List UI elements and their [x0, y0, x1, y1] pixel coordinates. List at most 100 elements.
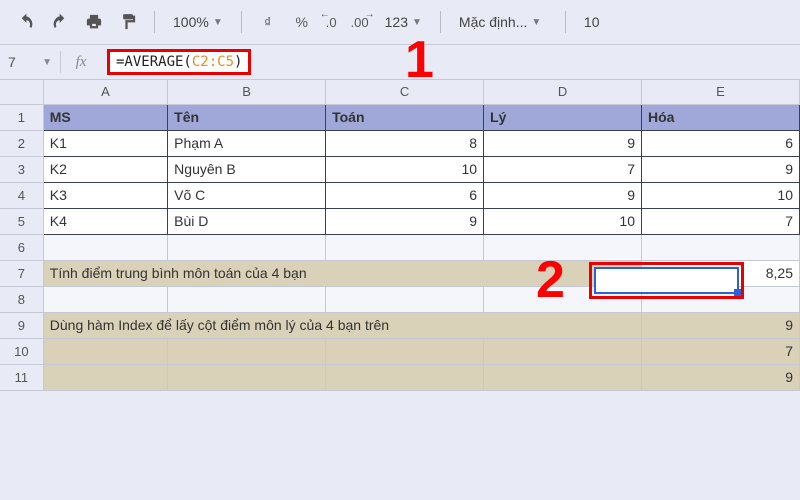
cell[interactable]: 6: [326, 182, 484, 208]
cell[interactable]: 7: [484, 156, 642, 182]
cell[interactable]: [43, 234, 167, 260]
separator: [154, 11, 155, 33]
row-header-3[interactable]: 3: [0, 156, 43, 182]
row-header-11[interactable]: 11: [0, 364, 43, 390]
row-header-1[interactable]: 1: [0, 104, 43, 130]
grid-table: A B C D E 1 MS Tên Toán Lý Hóa 2 K1 Phạm…: [0, 80, 800, 391]
formula-highlight-box: =AVERAGE(C2:C5): [107, 49, 251, 75]
separator: [440, 11, 441, 33]
cell-active[interactable]: 8,25: [641, 260, 799, 286]
cell[interactable]: 9: [641, 364, 799, 390]
formula-prefix: =AVERAGE(: [116, 54, 192, 70]
zoom-dropdown[interactable]: 100% ▼: [167, 8, 229, 36]
cell[interactable]: [43, 338, 167, 364]
col-header-D[interactable]: D: [484, 80, 642, 104]
currency-button[interactable]: ₫: [254, 8, 282, 36]
cell[interactable]: [484, 338, 642, 364]
cell[interactable]: [641, 234, 799, 260]
separator: [241, 11, 242, 33]
cell[interactable]: K3: [43, 182, 167, 208]
cell[interactable]: K1: [43, 130, 167, 156]
row-header-2[interactable]: 2: [0, 130, 43, 156]
cell[interactable]: [484, 234, 642, 260]
row-header-7[interactable]: 7: [0, 260, 43, 286]
select-all-corner[interactable]: [0, 80, 43, 104]
row-header-5[interactable]: 5: [0, 208, 43, 234]
zoom-value: 100%: [173, 14, 209, 30]
cell[interactable]: [326, 286, 484, 312]
formula-input[interactable]: =AVERAGE(C2:C5): [101, 45, 800, 79]
cell[interactable]: Lý: [484, 104, 642, 130]
separator: [565, 11, 566, 33]
cell[interactable]: 7: [641, 208, 799, 234]
formula-bar: 7 ▼ fx =AVERAGE(C2:C5): [0, 44, 800, 80]
row-header-8[interactable]: 8: [0, 286, 43, 312]
cell[interactable]: [641, 286, 799, 312]
cell[interactable]: [326, 338, 484, 364]
cell[interactable]: [43, 286, 167, 312]
cell[interactable]: [168, 364, 326, 390]
row-header-6[interactable]: 6: [0, 234, 43, 260]
number-format-dropdown[interactable]: 123 ▼: [379, 8, 428, 36]
cell[interactable]: 9: [641, 156, 799, 182]
cell[interactable]: 9: [484, 130, 642, 156]
cell[interactable]: 9: [326, 208, 484, 234]
cell[interactable]: 7: [641, 338, 799, 364]
cell[interactable]: [326, 234, 484, 260]
col-header-B[interactable]: B: [168, 80, 326, 104]
cell[interactable]: [168, 338, 326, 364]
number-format-value: 123: [385, 14, 408, 30]
chevron-down-icon: ▼: [42, 57, 52, 68]
cell[interactable]: K2: [43, 156, 167, 182]
cell[interactable]: [168, 286, 326, 312]
chevron-down-icon: ▼: [412, 17, 422, 28]
cell[interactable]: [43, 364, 167, 390]
cell[interactable]: 6: [641, 130, 799, 156]
redo-button[interactable]: [46, 8, 74, 36]
cell[interactable]: [484, 286, 642, 312]
chevron-down-icon: ▼: [531, 17, 541, 28]
cell[interactable]: 10: [326, 156, 484, 182]
fx-label: fx: [61, 45, 101, 79]
row-header-4[interactable]: 4: [0, 182, 43, 208]
print-button[interactable]: [80, 8, 108, 36]
col-header-A[interactable]: A: [43, 80, 167, 104]
font-value: Mặc định...: [459, 14, 527, 30]
row-header-9[interactable]: 9: [0, 312, 43, 338]
cell[interactable]: Toán: [326, 104, 484, 130]
cell[interactable]: Dùng hàm Index để lấy cột điểm môn lý củ…: [43, 312, 641, 338]
name-box[interactable]: 7 ▼: [0, 45, 60, 79]
spreadsheet-grid: A B C D E 1 MS Tên Toán Lý Hóa 2 K1 Phạm…: [0, 80, 800, 391]
cell[interactable]: [168, 234, 326, 260]
row-header-10[interactable]: 10: [0, 338, 43, 364]
cell[interactable]: K4: [43, 208, 167, 234]
percent-button[interactable]: %: [288, 8, 316, 36]
cell[interactable]: Tên: [168, 104, 326, 130]
cell[interactable]: Bùi D: [168, 208, 326, 234]
cell[interactable]: Hóa: [641, 104, 799, 130]
cell[interactable]: 8: [326, 130, 484, 156]
cell[interactable]: Nguyên B: [168, 156, 326, 182]
formula-suffix: ): [234, 54, 242, 70]
toolbar: 100% ▼ ₫ % ←.0 .00→ 123 ▼ Mặc định... ▼ …: [0, 0, 800, 44]
cell[interactable]: Phạm A: [168, 130, 326, 156]
col-header-E[interactable]: E: [641, 80, 799, 104]
cell[interactable]: Tính điểm trung bình môn toán của 4 bạn: [43, 260, 641, 286]
undo-button[interactable]: [12, 8, 40, 36]
cell[interactable]: 10: [641, 182, 799, 208]
cell[interactable]: 9: [641, 312, 799, 338]
col-header-C[interactable]: C: [326, 80, 484, 104]
chevron-down-icon: ▼: [213, 17, 223, 28]
font-dropdown[interactable]: Mặc định... ▼: [453, 8, 553, 36]
cell[interactable]: MS: [43, 104, 167, 130]
increase-decimal-button[interactable]: .00→: [347, 8, 373, 36]
cell[interactable]: Võ C: [168, 182, 326, 208]
font-size-value[interactable]: 10: [578, 14, 606, 30]
formula-range: C2:C5: [192, 54, 234, 70]
cell[interactable]: 9: [484, 182, 642, 208]
cell[interactable]: 10: [484, 208, 642, 234]
paint-format-button[interactable]: [114, 8, 142, 36]
decrease-decimal-button[interactable]: ←.0: [322, 8, 341, 36]
cell[interactable]: [326, 364, 484, 390]
cell[interactable]: [484, 364, 642, 390]
